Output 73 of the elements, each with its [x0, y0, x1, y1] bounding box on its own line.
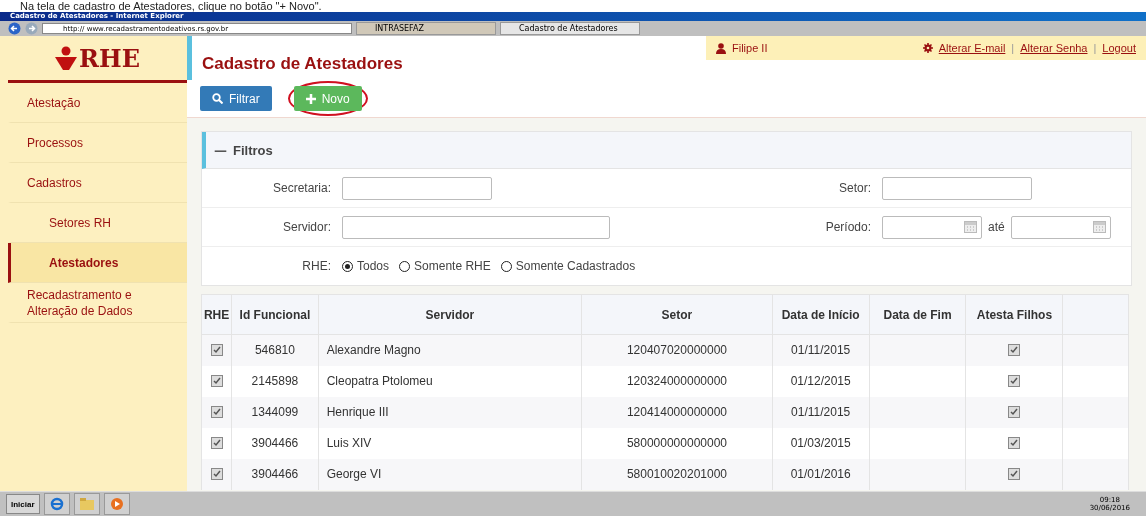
- table-cell: 3904466: [231, 427, 319, 459]
- field-label: Secretaria:: [271, 181, 332, 195]
- column-header: Data de Fim: [869, 294, 966, 335]
- checkbox[interactable]: [1008, 375, 1021, 387]
- person-icon: [55, 46, 78, 70]
- radio-label: Somente Cadastrados: [515, 259, 636, 273]
- separator: |: [1011, 42, 1015, 54]
- checkbox[interactable]: [1008, 406, 1021, 418]
- input-field[interactable]: [882, 176, 1032, 200]
- table-cell: Luis XIV: [318, 427, 582, 459]
- column-header: RHE: [201, 294, 232, 335]
- user-icon: [716, 42, 726, 54]
- link[interactable]: Alterar Senha: [1020, 42, 1088, 54]
- input-field[interactable]: [342, 176, 492, 200]
- table-cell: George VI: [318, 458, 582, 490]
- table-cell: 01/11/2015: [772, 334, 870, 366]
- checkbox[interactable]: [210, 468, 223, 480]
- table-cell: 01/11/2015: [772, 396, 870, 428]
- column-header: Setor: [581, 294, 773, 335]
- field-label: RHE:: [301, 259, 332, 273]
- column-header: Servidor: [318, 294, 582, 335]
- input-field[interactable]: [342, 215, 610, 239]
- filter-button[interactable]: Filtrar: [200, 86, 272, 111]
- settings-icon[interactable]: [922, 43, 933, 53]
- table-cell: 01/03/2015: [772, 427, 870, 459]
- checkbox[interactable]: [1008, 344, 1021, 357]
- field-label: Servidor:: [281, 220, 332, 234]
- table-cell: 01/12/2015: [772, 365, 870, 397]
- checkbox[interactable]: [210, 375, 223, 387]
- field-label: até: [988, 220, 1005, 234]
- radio-label: Todos: [357, 259, 390, 273]
- table-cell: 580000000000000: [581, 427, 773, 459]
- collapse-icon[interactable]: —: [214, 142, 227, 158]
- sidebar-item[interactable]: Atestadores: [8, 243, 187, 283]
- user-name: Filipe II: [732, 42, 769, 54]
- checkbox[interactable]: [1008, 437, 1021, 449]
- table-cell: 546810: [231, 334, 319, 366]
- table-cell: Cleopatra Ptolomeu: [318, 365, 582, 397]
- table-cell: 120414000000000: [581, 396, 773, 428]
- browser-tab[interactable]: Cadastro de Atestadores: [500, 22, 640, 35]
- checkbox[interactable]: [1008, 468, 1021, 480]
- table-cell: 1344099: [231, 396, 319, 428]
- back-icon[interactable]: [8, 22, 21, 35]
- date-field[interactable]: [882, 215, 982, 239]
- plus-icon: [305, 93, 316, 104]
- column-header: Data de Início: [772, 294, 870, 335]
- field-label: Período:: [824, 220, 872, 234]
- table-cell: 580010020201000: [581, 458, 773, 490]
- table-cell: 120407020000000: [581, 334, 773, 366]
- date-field[interactable]: [1010, 215, 1111, 239]
- link[interactable]: Logout: [1102, 42, 1136, 54]
- link[interactable]: Alterar E-mail: [938, 42, 1006, 54]
- caption-text: Na tela de cadastro de Atestadores, clique no botão "+ Novo".: [20, 0, 323, 12]
- field-label: Setor:: [838, 181, 872, 195]
- table-cell: Henrique III: [318, 396, 582, 428]
- panel-title: Filtros: [233, 142, 273, 158]
- table-cell: 2145898: [231, 365, 319, 397]
- table-cell: Alexandre Magno: [318, 334, 582, 366]
- table-cell: 01/01/2016: [772, 458, 870, 490]
- browser-icon[interactable]: [43, 493, 70, 515]
- column-header: Atesta Filhos: [965, 294, 1063, 335]
- separator: |: [1093, 42, 1097, 54]
- table-cell: 3904466: [231, 458, 319, 490]
- page-title: Cadastro de Atestadores: [201, 53, 404, 75]
- checkbox[interactable]: [210, 344, 223, 357]
- checkbox[interactable]: [210, 406, 223, 418]
- column-header: Id Funcional: [231, 294, 319, 335]
- search-icon: [212, 93, 223, 104]
- radio-label: Somente RHE: [414, 259, 491, 273]
- checkbox[interactable]: [210, 437, 223, 449]
- table-cell: 120324000000000: [581, 365, 773, 397]
- start-button[interactable]: Iniciar: [6, 494, 40, 514]
- browser-tab[interactable]: INTRASEFAZ: [356, 22, 496, 35]
